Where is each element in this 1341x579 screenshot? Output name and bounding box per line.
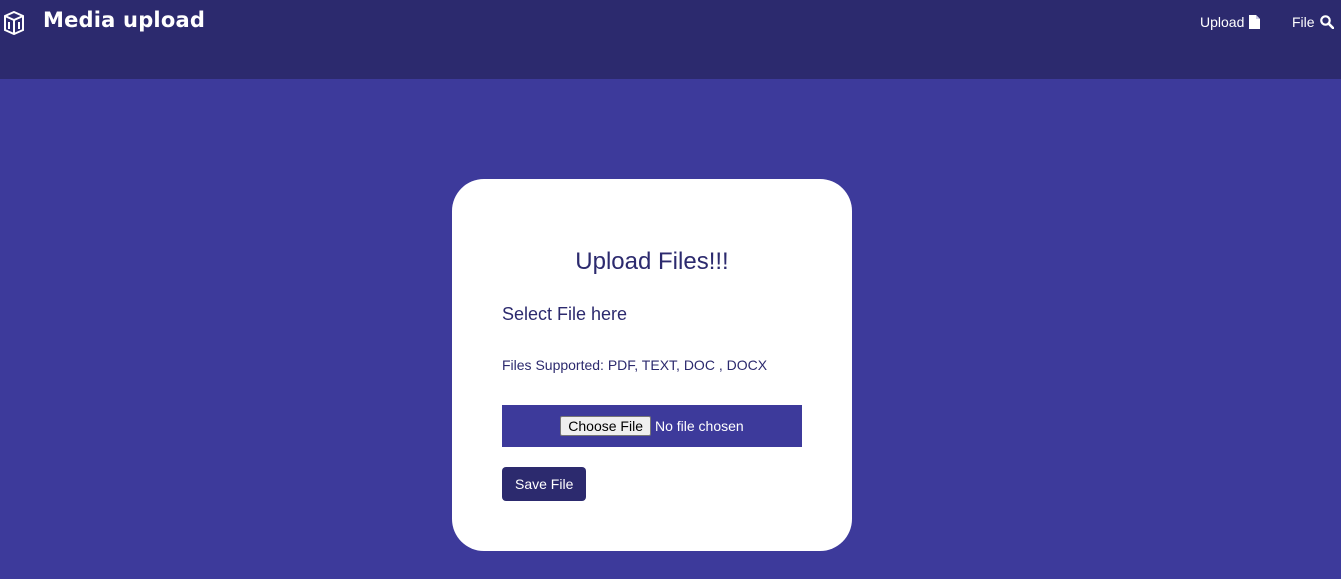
nav-upload-label: Upload <box>1200 14 1245 30</box>
file-icon <box>1249 15 1261 29</box>
supported-files-text: Files Supported: PDF, TEXT, DOC , DOCX <box>502 357 768 373</box>
nav-upload-link[interactable]: Upload <box>1200 14 1261 30</box>
nav-file-link[interactable]: File <box>1292 14 1334 30</box>
upload-card: Upload Files!!! Select File here Files S… <box>452 179 852 551</box>
cube-logo-icon[interactable] <box>4 11 24 35</box>
file-input[interactable]: Choose File No file chosen <box>502 405 802 447</box>
brand-title[interactable]: Media upload <box>43 8 205 32</box>
card-title: Upload Files!!! <box>575 248 729 275</box>
nav-file-label: File <box>1292 14 1315 30</box>
file-status-text: No file chosen <box>654 418 744 434</box>
save-file-button[interactable]: Save File <box>502 467 587 501</box>
top-navbar: Media upload Upload File <box>0 0 1341 79</box>
search-icon <box>1319 15 1334 29</box>
choose-file-button[interactable]: Choose File <box>560 416 651 436</box>
select-file-label: Select File here <box>502 304 628 324</box>
